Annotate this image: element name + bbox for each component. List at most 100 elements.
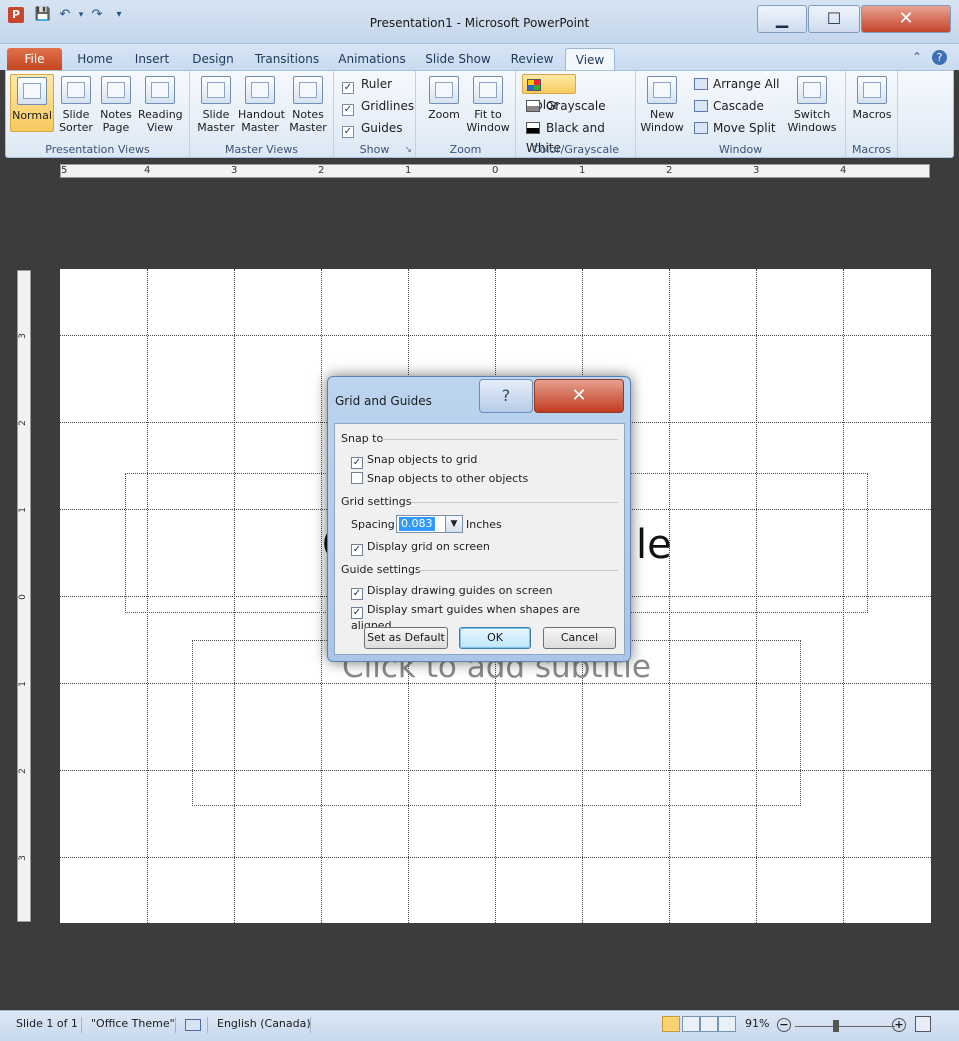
- group-label-master-views: Master Views: [225, 143, 298, 156]
- guides-checkbox[interactable]: ✓ Guides: [342, 119, 403, 138]
- zoom-button[interactable]: Zoom: [422, 74, 466, 121]
- minimize-ribbon-icon[interactable]: ⌃: [912, 50, 922, 64]
- slide-master-label: Slide Master: [197, 108, 235, 134]
- slide-master-button[interactable]: Slide Master: [194, 74, 238, 134]
- minimize-button[interactable]: ▁: [757, 5, 807, 33]
- display-grid-checkbox[interactable]: ✓ Display grid on screen: [351, 540, 490, 556]
- tab-transitions[interactable]: Transitions: [250, 48, 324, 70]
- gridlines-check-icon: ✓: [342, 104, 354, 116]
- move-split-button[interactable]: Move Split: [694, 119, 776, 137]
- snap-to-grid-checkbox[interactable]: ✓ Snap objects to grid: [351, 453, 477, 469]
- black-and-white-swatch-icon: [526, 122, 540, 134]
- notes-page-icon: [101, 76, 131, 104]
- gridlines-checkbox[interactable]: ✓ Gridlines: [342, 97, 414, 116]
- ruler-number: 5: [61, 165, 68, 176]
- ruler-number: 0: [17, 594, 28, 600]
- notes-master-icon: [293, 76, 323, 104]
- zoom-slider-track[interactable]: [795, 1026, 895, 1027]
- slide-sorter-icon: [61, 76, 91, 104]
- zoom-in-icon[interactable]: +: [892, 1018, 906, 1032]
- normal-view-button[interactable]: Normal: [10, 74, 54, 132]
- tab-slide-show[interactable]: Slide Show: [420, 48, 496, 70]
- set-as-default-button[interactable]: Set as Default: [364, 627, 448, 649]
- dialog-title: Grid and Guides: [335, 394, 432, 408]
- tab-animations[interactable]: Animations: [334, 48, 410, 70]
- show-dialog-launcher-icon[interactable]: ↘: [404, 145, 412, 155]
- zoom-slider-thumb[interactable]: [833, 1020, 839, 1032]
- close-window-button[interactable]: ✕: [861, 5, 951, 33]
- slide-master-icon: [201, 76, 231, 104]
- cascade-button[interactable]: Cascade: [694, 97, 764, 115]
- ruler-checkbox[interactable]: ✓ Ruler: [342, 75, 392, 94]
- slide-sorter-button[interactable]: Slide Sorter: [54, 74, 98, 134]
- ruler-number: 0: [492, 165, 499, 176]
- notes-master-button[interactable]: Notes Master: [286, 74, 330, 134]
- horizontal-ruler: 5 4 3 2 1 0 1 2 3 4: [60, 164, 930, 178]
- macros-icon: [857, 76, 887, 104]
- dialog-help-button[interactable]: ?: [479, 379, 533, 413]
- tab-design[interactable]: Design: [186, 48, 240, 70]
- grayscale-button[interactable]: Grayscale: [522, 96, 606, 116]
- fit-to-window-button[interactable]: Fit to Window: [466, 74, 510, 134]
- spacing-input[interactable]: 0.083: [399, 517, 435, 531]
- group-label-show: Show: [359, 143, 390, 156]
- display-grid-label: Display grid on screen: [367, 540, 490, 553]
- zoom-level[interactable]: 91%: [745, 1016, 769, 1032]
- tab-home[interactable]: Home: [72, 48, 118, 70]
- gridline: [60, 857, 931, 858]
- spacing-combobox[interactable]: 0.083 ▼: [396, 515, 463, 533]
- slide-counter: Slide 1 of 1: [16, 1017, 78, 1030]
- notes-page-button[interactable]: Notes Page: [94, 74, 138, 134]
- group-master-views: Slide Master Handout Master Notes Master…: [190, 71, 334, 157]
- magnifier-icon: [429, 76, 459, 104]
- slide-show-status-icon[interactable]: [718, 1016, 736, 1032]
- cancel-button[interactable]: Cancel: [543, 627, 616, 649]
- slide-sorter-status-icon[interactable]: [682, 1016, 700, 1032]
- tab-view[interactable]: View: [565, 48, 615, 70]
- zoom-out-icon[interactable]: −: [777, 1018, 791, 1032]
- divider: [381, 439, 618, 440]
- snap-to-objects-checkbox[interactable]: Snap objects to other objects: [351, 472, 528, 486]
- tab-insert[interactable]: Insert: [128, 48, 176, 70]
- reading-view-status-icon[interactable]: [700, 1016, 718, 1032]
- arrange-all-button[interactable]: Arrange All: [694, 75, 780, 93]
- ok-button[interactable]: OK: [459, 627, 531, 649]
- notes-master-label: Notes Master: [289, 108, 327, 134]
- macros-label: Macros: [852, 108, 892, 121]
- help-icon[interactable]: ?: [932, 50, 947, 65]
- group-presentation-views: Normal Slide Sorter Notes Page Reading V…: [6, 71, 190, 157]
- new-window-button[interactable]: New Window: [640, 74, 684, 134]
- divider: [417, 570, 618, 571]
- title-text-right: le: [636, 522, 672, 568]
- subtitle-placeholder[interactable]: Click to add subtitle: [192, 640, 801, 806]
- tab-review[interactable]: Review: [504, 48, 560, 70]
- group-label-window: Window: [718, 143, 763, 156]
- group-window: New Window Arrange All Cascade Move Spli…: [636, 71, 846, 157]
- theme-name[interactable]: "Office Theme": [91, 1016, 175, 1032]
- maximize-button[interactable]: ☐: [808, 5, 860, 33]
- switch-windows-icon: [797, 76, 827, 104]
- display-guides-checkbox[interactable]: ✓ Display drawing guides on screen: [351, 584, 553, 600]
- macros-button[interactable]: Macros: [850, 74, 894, 121]
- snap-to-objects-check-icon: [351, 472, 363, 484]
- spacing-dropdown-icon[interactable]: ▼: [445, 516, 462, 532]
- handout-master-button[interactable]: Handout Master: [238, 74, 285, 134]
- fit-slide-icon[interactable]: [915, 1016, 931, 1032]
- arrange-all-label: Arrange All: [713, 77, 780, 91]
- smart-guides-checkbox[interactable]: ✓ Display smart guides when shapes are al…: [351, 603, 624, 632]
- spell-check-icon[interactable]: [185, 1019, 201, 1031]
- dialog-close-button[interactable]: ✕: [534, 379, 624, 413]
- new-window-icon: [647, 76, 677, 104]
- group-zoom: Zoom Fit to Window Zoom: [416, 71, 516, 157]
- tab-file[interactable]: File: [7, 48, 62, 70]
- language-indicator[interactable]: English (Canada): [217, 1016, 311, 1032]
- ruler-number: 1: [17, 507, 28, 513]
- display-grid-check-icon: ✓: [351, 544, 363, 556]
- group-label-macros: Macros: [851, 143, 892, 156]
- switch-windows-button[interactable]: Switch Windows: [784, 74, 840, 134]
- reading-view-button[interactable]: Reading View: [138, 74, 183, 134]
- normal-view-status-icon[interactable]: [662, 1016, 680, 1032]
- black-and-white-button[interactable]: Black and White: [522, 118, 635, 155]
- color-button[interactable]: Color: [522, 74, 576, 112]
- smart-guides-check-icon: ✓: [351, 607, 363, 619]
